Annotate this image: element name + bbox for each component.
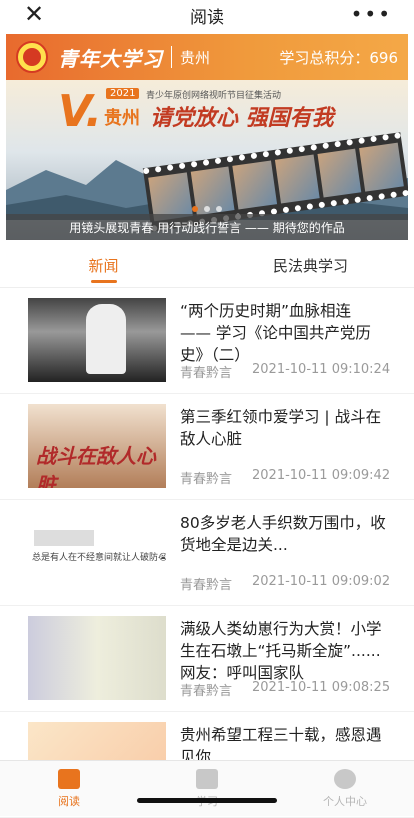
article-thumbnail — [28, 616, 166, 700]
nav-profile[interactable]: 个人中心 — [276, 761, 414, 816]
article-source: 青春黔言 — [180, 472, 233, 487]
book-open-icon — [58, 768, 80, 789]
article-meta: 青春黔言 2021-10-11 09:09:02 — [180, 574, 390, 593]
article-title: 第三季红领巾爱学习 | 战斗在敌人心脏 — [180, 408, 382, 448]
nav-study[interactable]: 学习 — [138, 761, 276, 816]
bottom-navigation: 阅读 学习 个人中心 — [0, 760, 414, 816]
promo-banner[interactable]: V. 2021 青少年原创网络视听节目征集活动 贵州 请党放心 强国有我 用镜头… — [6, 80, 408, 240]
list-item[interactable]: 战斗在敌人心脏 第三季红领巾爱学习 | 战斗在敌人心脏 青春黔言 2021-10… — [0, 394, 414, 500]
article-time: 2021-10-11 09:09:42 — [252, 468, 391, 483]
score-display[interactable]: 学习总积分：696 — [279, 47, 398, 68]
banner-year: 2021 — [106, 88, 140, 99]
article-time: 2021-10-11 09:08:25 — [252, 680, 391, 695]
article-meta: 青春黔言 2021-10-11 09:09:42 — [180, 468, 390, 487]
article-thumbnail: 总是有人在不经意间就让人破防😭 — [28, 510, 166, 594]
carousel-dot[interactable] — [192, 206, 198, 212]
home-indicator — [137, 798, 277, 803]
list-item[interactable]: 总是有人在不经意间就让人破防😭 80多岁老人手织数万围巾，收货地全是边关... … — [0, 500, 414, 606]
score-value: 696 — [369, 48, 398, 67]
carousel-dot[interactable] — [216, 206, 222, 212]
article-meta: 青春黔言 2021-10-11 09:08:25 — [180, 680, 390, 699]
header-divider — [171, 46, 172, 68]
nav-read[interactable]: 阅读 — [0, 761, 138, 816]
tab-civil-code[interactable]: 民法典学习 — [207, 244, 414, 287]
more-options-icon[interactable]: ••• — [351, 2, 392, 26]
brand-logo-text: 青年大学习 — [58, 46, 163, 71]
article-thumbnail: 战斗在敌人心脏 — [28, 404, 166, 488]
article-source: 青春黔言 — [180, 366, 233, 381]
top-bar: ✕ 阅读 ••• — [0, 0, 414, 30]
banner-slogan: 请党放心 强国有我 — [150, 106, 334, 131]
user-icon — [334, 768, 356, 789]
tab-news[interactable]: 新闻 — [0, 244, 207, 287]
book-icon — [196, 768, 218, 789]
score-label: 学习总积分： — [279, 48, 370, 67]
tab-bar: 新闻 民法典学习 — [0, 244, 414, 288]
banner-region: 贵州 — [104, 108, 140, 129]
carousel-dots — [6, 206, 408, 212]
article-title: 80多岁老人手织数万围巾，收货地全是边关... — [180, 514, 386, 554]
app-header: 青年大学习 贵州 学习总积分：696 — [6, 34, 408, 80]
page-title: 阅读 — [190, 7, 224, 28]
carousel-dot[interactable] — [204, 206, 210, 212]
banner-v-letter: V. — [58, 86, 102, 137]
thumbnail-text: 总是有人在不经意间就让人破防😭 — [32, 553, 166, 563]
article-title: 满级人类幼崽行为大赏！小学生在石墩上“托马斯全旋”......网友：呼叫国家队 — [180, 620, 382, 682]
article-time: 2021-10-11 09:10:24 — [252, 362, 391, 377]
thumbnail-text: 战斗在敌人心脏 — [36, 444, 156, 488]
article-meta: 青春黔言 2021-10-11 09:10:24 — [180, 362, 390, 381]
list-item[interactable]: “两个历史时期”血脉相连 —— 学习《论中国共产党历史》（二） 青春黔言 202… — [0, 288, 414, 394]
article-source: 青春黔言 — [180, 684, 233, 699]
banner-caption: 用镜头展现青春 用行动践行誓言 —— 期待您的作品 — [6, 214, 408, 240]
article-title: “两个历史时期”血脉相连 —— 学习《论中国共产党历史》（二） — [180, 302, 371, 364]
article-source: 青春黔言 — [180, 578, 233, 593]
region-label: 贵州 — [180, 48, 211, 67]
youth-league-emblem-icon — [16, 41, 48, 73]
article-thumbnail — [28, 298, 166, 382]
list-item[interactable]: 满级人类幼崽行为大赏！小学生在石墩上“托马斯全旋”......网友：呼叫国家队 … — [0, 606, 414, 712]
close-icon[interactable]: ✕ — [24, 2, 44, 26]
article-time: 2021-10-11 09:09:02 — [252, 574, 391, 589]
